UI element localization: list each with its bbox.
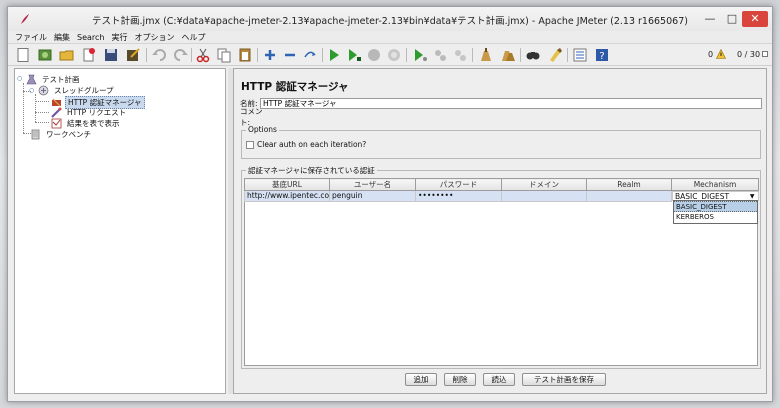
auth-table: 基底URL ユーザー名 パスワード ドメイン Realm Mechanism h… xyxy=(244,178,759,202)
add-button[interactable]: 追加 xyxy=(405,373,437,386)
column-header-password[interactable]: パスワード xyxy=(415,178,502,191)
menu-search[interactable]: Search xyxy=(77,33,104,42)
save-test-plan-button[interactable]: テスト計画を保存 xyxy=(522,373,606,386)
delete-button[interactable]: 削除 xyxy=(444,373,476,386)
cut-icon[interactable] xyxy=(195,47,211,63)
tree-item-label: HTTP リクエスト xyxy=(67,108,127,117)
thread-count: 0 / 30 xyxy=(737,50,761,59)
title-bar[interactable]: テスト計画.jmx (C:¥data¥apache-jmeter-2.13¥ap… xyxy=(8,7,772,31)
cell-domain[interactable] xyxy=(501,190,587,202)
workbench-icon xyxy=(30,129,41,140)
menu-help[interactable]: ヘルプ xyxy=(181,32,205,43)
minimize-button[interactable]: — xyxy=(698,11,722,27)
column-header-domain[interactable]: ドメイン xyxy=(501,178,587,191)
tree-item-workbench[interactable]: ワークベンチ xyxy=(30,129,93,140)
clear-all-icon[interactable] xyxy=(500,47,516,63)
error-count: 0 xyxy=(708,50,714,59)
close-plan-icon[interactable] xyxy=(81,47,97,63)
menu-options[interactable]: オプション xyxy=(134,32,174,43)
tree-item-results-table[interactable]: 結果を表で表示 xyxy=(51,118,122,129)
clear-icon[interactable] xyxy=(478,47,494,63)
start-icon[interactable] xyxy=(326,47,342,63)
expand-handle-thread-group[interactable]: ○ xyxy=(29,88,36,95)
column-header-username[interactable]: ユーザー名 xyxy=(329,178,416,191)
search-icon[interactable] xyxy=(525,47,541,63)
remote-shutdown-icon[interactable] xyxy=(452,47,468,63)
column-header-base-url[interactable]: 基底URL xyxy=(244,178,330,191)
dropdown-option-basic-digest[interactable]: BASIC_DIGEST xyxy=(674,201,757,212)
name-row: 名前: xyxy=(240,98,762,109)
menu-edit[interactable]: 編集 xyxy=(54,32,70,43)
column-header-mechanism[interactable]: Mechanism xyxy=(671,178,759,191)
cell-password[interactable]: •••••••• xyxy=(415,190,502,202)
stored-auth-group: 認証マネージャに保存されている認証 基底URL ユーザー名 パスワード ドメイン… xyxy=(241,165,761,369)
menu-run[interactable]: 実行 xyxy=(111,32,127,43)
tree-item-label: テスト計画 xyxy=(42,75,80,84)
mechanism-dropdown-list: BASIC_DIGEST KERBEROS xyxy=(673,200,758,224)
menu-bar: ファイル 編集 Search 実行 オプション ヘルプ xyxy=(8,31,772,44)
table-header-row: 基底URL ユーザー名 パスワード ドメイン Realm Mechanism xyxy=(244,178,759,191)
load-button[interactable]: 読込 xyxy=(483,373,515,386)
expand-handle-root[interactable]: ○ xyxy=(17,76,24,83)
cell-base-url[interactable]: http://www.ipentec.com xyxy=(244,190,330,202)
panel-title: HTTP 認証マネージャ xyxy=(241,81,349,93)
tree-item-http-request[interactable]: HTTP リクエスト xyxy=(51,107,128,118)
redo-icon[interactable] xyxy=(173,47,189,63)
copy-icon[interactable] xyxy=(216,47,232,63)
remote-start-icon[interactable] xyxy=(412,47,428,63)
options-title: Options xyxy=(246,125,279,134)
shutdown-icon[interactable] xyxy=(386,47,402,63)
http-request-icon xyxy=(51,107,62,118)
toggle-icon[interactable] xyxy=(302,47,318,63)
reset-search-icon[interactable] xyxy=(547,47,563,63)
clear-auth-checkbox[interactable] xyxy=(246,141,254,149)
warning-icon[interactable] xyxy=(716,49,726,59)
new-icon[interactable] xyxy=(15,47,31,63)
thread-group-icon xyxy=(38,85,49,96)
options-group: Options Clear auth on each iteration? xyxy=(241,125,761,159)
comment-field[interactable] xyxy=(270,111,762,122)
window-title: テスト計画.jmx (C:¥data¥apache-jmeter-2.13¥ap… xyxy=(92,16,688,27)
help-icon[interactable]: ? xyxy=(594,47,610,63)
results-table-icon xyxy=(51,118,62,129)
toolbar: ? 0 0 / 30 xyxy=(8,44,772,66)
save-icon[interactable] xyxy=(103,47,119,63)
chevron-down-icon[interactable]: ▼ xyxy=(750,193,756,200)
status-indicator xyxy=(762,51,768,57)
comment-row: コメント: xyxy=(240,107,762,127)
tree-item-label: ワークベンチ xyxy=(46,130,91,139)
tree-item-label: 結果を表で表示 xyxy=(67,119,120,128)
templates-icon[interactable] xyxy=(37,47,53,63)
expand-icon[interactable] xyxy=(262,47,278,63)
save-as-icon[interactable] xyxy=(125,47,141,63)
tree-item-thread-group[interactable]: スレッドグループ xyxy=(38,85,116,96)
application-window: テスト計画.jmx (C:¥data¥apache-jmeter-2.13¥ap… xyxy=(7,6,773,402)
name-field[interactable] xyxy=(260,98,762,109)
undo-icon[interactable] xyxy=(151,47,167,63)
collapse-icon[interactable] xyxy=(282,47,298,63)
paste-icon[interactable] xyxy=(237,47,253,63)
start-no-pauses-icon[interactable] xyxy=(346,47,362,63)
test-plan-tree: ○ テスト計画 ○ スレッドグループ HTTP 認証マネージャ HTTP リクエ… xyxy=(14,68,226,394)
close-button[interactable]: ✕ xyxy=(742,11,768,27)
cell-username[interactable]: penguin xyxy=(329,190,416,202)
maximize-button[interactable]: □ xyxy=(720,11,744,27)
auth-manager-panel: HTTP 認証マネージャ 名前: コメント: Options Clear aut… xyxy=(233,68,767,394)
dropdown-option-kerberos[interactable]: KERBEROS xyxy=(674,212,757,223)
stop-icon[interactable] xyxy=(366,47,382,63)
clear-auth-label: Clear auth on each iteration? xyxy=(257,140,367,149)
tree-item-test-plan[interactable]: テスト計画 xyxy=(26,74,82,85)
svg-text:?: ? xyxy=(599,51,604,62)
cell-realm[interactable] xyxy=(586,190,672,202)
function-helper-icon[interactable] xyxy=(572,47,588,63)
tree-item-label: スレッドグループ xyxy=(54,86,114,95)
stored-auth-title: 認証マネージャに保存されている認証 xyxy=(246,165,377,176)
test-plan-icon xyxy=(26,74,37,85)
column-header-realm[interactable]: Realm xyxy=(586,178,672,191)
remote-stop-icon[interactable] xyxy=(432,47,448,63)
menu-file[interactable]: ファイル xyxy=(15,32,47,43)
open-icon[interactable] xyxy=(59,47,75,63)
